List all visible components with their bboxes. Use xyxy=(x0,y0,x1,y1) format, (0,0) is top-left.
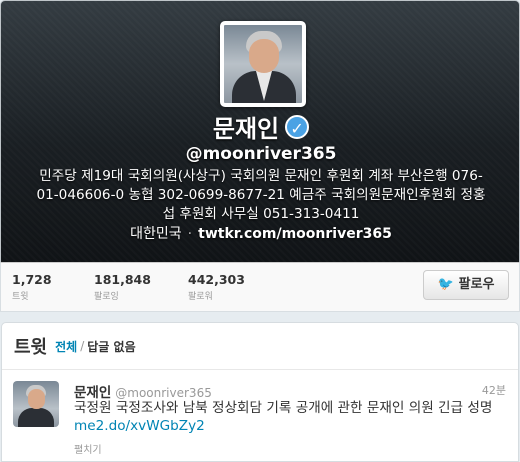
tweet-author-handle[interactable]: @moonriver365 xyxy=(115,386,212,400)
profile-handle: @moonriver365 xyxy=(185,144,337,164)
profile-stats-bar: 1,728 트윗 181,848 팔로잉 442,303 팔로워 🐦 팔로우 xyxy=(0,262,520,312)
tweet-body: 국정원 국정조사와 남북 정상회담 기록 공개에 관한 문재인 의원 긴급 성명 xyxy=(74,400,493,416)
tweets-header: 트윗 전체 / 답글 없음 xyxy=(2,323,518,370)
profile-url-link[interactable]: twtkr.com/moonriver365 xyxy=(198,226,392,242)
stat-tweets-count: 1,728 xyxy=(12,272,52,287)
tweet-link[interactable]: me2.do/xvWGbZy2 xyxy=(74,418,205,434)
filter-all-link[interactable]: 전체 xyxy=(55,338,77,355)
follow-button-label: 팔로우 xyxy=(458,277,495,292)
location-separator: · xyxy=(187,226,193,242)
tweet-header: 문재인 @moonriver365 xyxy=(74,381,212,401)
stat-tweets-label: 트윗 xyxy=(12,292,29,302)
profile-name-row: 문재인 ✓ xyxy=(1,109,519,144)
profile-location-row: 대한민국 · twtkr.com/moonriver365 xyxy=(1,223,519,243)
stat-followers[interactable]: 442,303 팔로워 xyxy=(188,272,245,302)
follow-button[interactable]: 🐦 팔로우 xyxy=(423,270,509,300)
stat-following-label: 팔로잉 xyxy=(94,292,119,302)
profile-location: 대한민국 xyxy=(130,226,182,242)
stat-following[interactable]: 181,848 팔로잉 xyxy=(94,272,151,302)
tweet-avatar[interactable] xyxy=(13,381,59,427)
stat-tweets[interactable]: 1,728 트윗 xyxy=(12,272,52,302)
tweet-text: 국정원 국정조사와 남북 정상회담 기록 공개에 관한 문재인 의원 긴급 성명… xyxy=(74,399,510,435)
profile-header-card: 문재인 ✓ @moonriver365 민주당 제19대 국회의원(사상구) 국회… xyxy=(0,0,520,262)
twitter-bird-icon: 🐦 xyxy=(437,277,454,292)
profile-avatar[interactable] xyxy=(220,21,306,107)
tweet-timestamp[interactable]: 42분 xyxy=(482,382,506,398)
verified-badge-icon: ✓ xyxy=(285,114,310,139)
profile-name: 문재인 xyxy=(212,115,280,143)
tweet-item[interactable]: 문재인 @moonriver365 42분 국정원 국정조사와 남북 정상회담 기… xyxy=(2,370,518,462)
tweets-title: 트윗 xyxy=(14,337,48,358)
tweets-panel: 트윗 전체 / 답글 없음 문재인 @moonriver365 42분 국정원 국… xyxy=(1,322,519,462)
stat-followers-label: 팔로워 xyxy=(188,292,213,302)
profile-bio: 민주당 제19대 국회의원(사상구) 국회의원 문재인 후원회 계좌 부산은행 … xyxy=(36,168,486,222)
stat-followers-count: 442,303 xyxy=(188,272,245,287)
filter-no-replies-link[interactable]: 답글 없음 xyxy=(87,338,135,355)
filter-separator: / xyxy=(80,339,85,353)
tweet-expand-link[interactable]: 펼치기 xyxy=(74,441,102,456)
stat-following-count: 181,848 xyxy=(94,272,151,287)
